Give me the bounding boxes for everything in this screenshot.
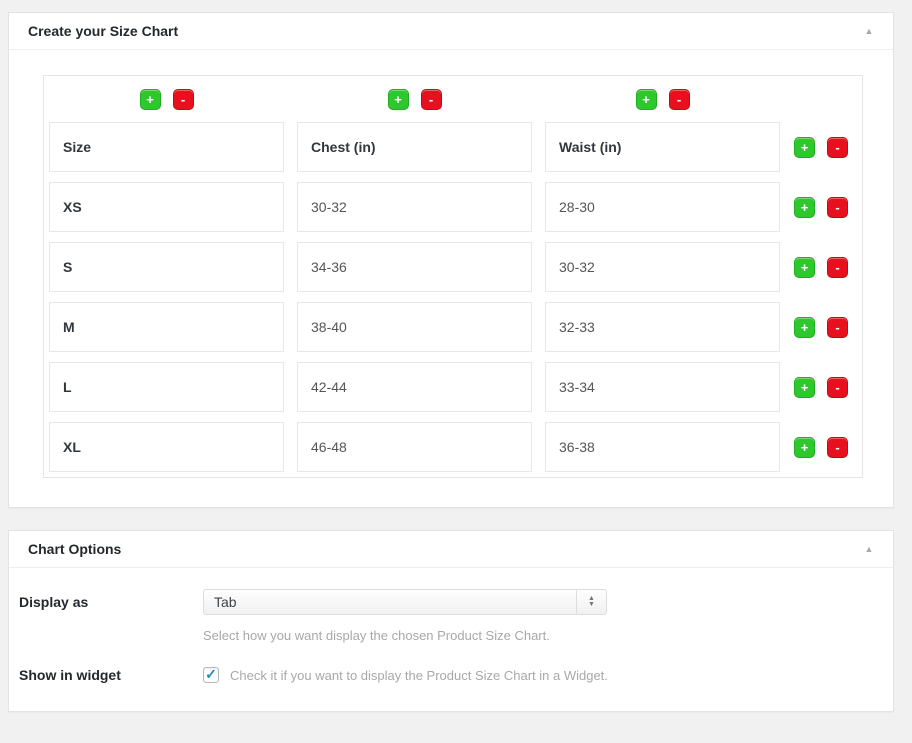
table-row: XL 46-48 36-38 + - bbox=[49, 422, 862, 472]
checkmark-icon: ✓ bbox=[205, 667, 217, 681]
display-as-row: Display as Tab ▲ ▼ bbox=[19, 589, 893, 615]
add-column-button[interactable]: + bbox=[636, 89, 657, 110]
size-chart-panel: Create your Size Chart ▲ + - + - + - Siz… bbox=[8, 12, 894, 508]
add-row-button[interactable]: + bbox=[794, 137, 815, 158]
add-row-button[interactable]: + bbox=[794, 377, 815, 398]
chest-cell-input[interactable]: 30-32 bbox=[297, 182, 532, 232]
waist-cell-input[interactable]: 32-33 bbox=[545, 302, 780, 352]
remove-column-button[interactable]: - bbox=[669, 89, 690, 110]
size-cell-input[interactable]: M bbox=[49, 302, 284, 352]
waist-cell-input[interactable]: 30-32 bbox=[545, 242, 780, 292]
size-header-input[interactable]: Size bbox=[49, 122, 284, 172]
size-cell-input[interactable]: S bbox=[49, 242, 284, 292]
row-buttons: + - bbox=[794, 137, 848, 158]
add-column-button[interactable]: + bbox=[388, 89, 409, 110]
remove-row-button[interactable]: - bbox=[827, 437, 848, 458]
remove-column-button[interactable]: - bbox=[421, 89, 442, 110]
table-row: L 42-44 33-34 + - bbox=[49, 362, 862, 412]
table-row: XS 30-32 28-30 + - bbox=[49, 182, 862, 232]
show-in-widget-checkbox[interactable]: ✓ bbox=[203, 667, 219, 683]
remove-row-button[interactable]: - bbox=[827, 257, 848, 278]
table-header-row: Size Chest (in) Waist (in) + - bbox=[49, 122, 862, 172]
column-buttons-row: + - + - + - bbox=[49, 89, 862, 110]
row-buttons: + - bbox=[794, 197, 848, 218]
chart-options-panel-title: Chart Options bbox=[28, 541, 121, 557]
chest-cell-input[interactable]: 38-40 bbox=[297, 302, 532, 352]
collapse-panel-button[interactable]: ▲ bbox=[851, 16, 887, 46]
waist-header-input[interactable]: Waist (in) bbox=[545, 122, 780, 172]
column-buttons-chest: + - bbox=[297, 89, 532, 110]
size-cell-input[interactable]: XS bbox=[49, 182, 284, 232]
add-row-button[interactable]: + bbox=[794, 257, 815, 278]
remove-row-button[interactable]: - bbox=[827, 377, 848, 398]
show-in-widget-label: Show in widget bbox=[19, 667, 203, 683]
column-buttons-waist: + - bbox=[545, 89, 780, 110]
column-buttons-size: + - bbox=[49, 89, 284, 110]
chevron-down-icon: ▼ bbox=[588, 602, 595, 608]
size-chart-panel-header: Create your Size Chart ▲ bbox=[9, 13, 893, 50]
remove-row-button[interactable]: - bbox=[827, 197, 848, 218]
display-as-description: Select how you want display the chosen P… bbox=[203, 628, 893, 643]
waist-cell-input[interactable]: 36-38 bbox=[545, 422, 780, 472]
select-spinner-icon: ▲ ▼ bbox=[576, 590, 606, 614]
waist-cell-input[interactable]: 28-30 bbox=[545, 182, 780, 232]
show-in-widget-description: Check it if you want to display the Prod… bbox=[230, 668, 608, 683]
collapse-arrow-icon: ▲ bbox=[865, 544, 874, 554]
show-in-widget-row: Show in widget ✓ Check it if you want to… bbox=[19, 667, 893, 683]
add-row-button[interactable]: + bbox=[794, 317, 815, 338]
size-cell-input[interactable]: L bbox=[49, 362, 284, 412]
remove-row-button[interactable]: - bbox=[827, 317, 848, 338]
size-cell-input[interactable]: XL bbox=[49, 422, 284, 472]
chart-options-panel-header: Chart Options ▲ bbox=[9, 531, 893, 568]
row-buttons: + - bbox=[794, 317, 848, 338]
remove-row-button[interactable]: - bbox=[827, 137, 848, 158]
add-row-button[interactable]: + bbox=[794, 197, 815, 218]
row-buttons: + - bbox=[794, 437, 848, 458]
collapse-arrow-icon: ▲ bbox=[865, 26, 874, 36]
table-row: M 38-40 32-33 + - bbox=[49, 302, 862, 352]
display-as-label: Display as bbox=[19, 594, 203, 610]
waist-cell-input[interactable]: 33-34 bbox=[545, 362, 780, 412]
display-as-selected-value: Tab bbox=[204, 590, 576, 614]
collapse-panel-button[interactable]: ▲ bbox=[851, 534, 887, 564]
row-buttons: + - bbox=[794, 377, 848, 398]
size-chart-panel-title: Create your Size Chart bbox=[28, 23, 178, 39]
display-as-select[interactable]: Tab ▲ ▼ bbox=[203, 589, 607, 615]
chest-cell-input[interactable]: 46-48 bbox=[297, 422, 532, 472]
chest-cell-input[interactable]: 42-44 bbox=[297, 362, 532, 412]
add-row-button[interactable]: + bbox=[794, 437, 815, 458]
remove-column-button[interactable]: - bbox=[173, 89, 194, 110]
chest-header-input[interactable]: Chest (in) bbox=[297, 122, 532, 172]
add-column-button[interactable]: + bbox=[140, 89, 161, 110]
size-chart-table: + - + - + - Size Chest (in) Waist (in) +… bbox=[43, 75, 863, 478]
chest-cell-input[interactable]: 34-36 bbox=[297, 242, 532, 292]
row-buttons: + - bbox=[794, 257, 848, 278]
table-row: S 34-36 30-32 + - bbox=[49, 242, 862, 292]
chart-options-panel: Chart Options ▲ Display as Tab ▲ ▼ Selec… bbox=[8, 530, 894, 712]
